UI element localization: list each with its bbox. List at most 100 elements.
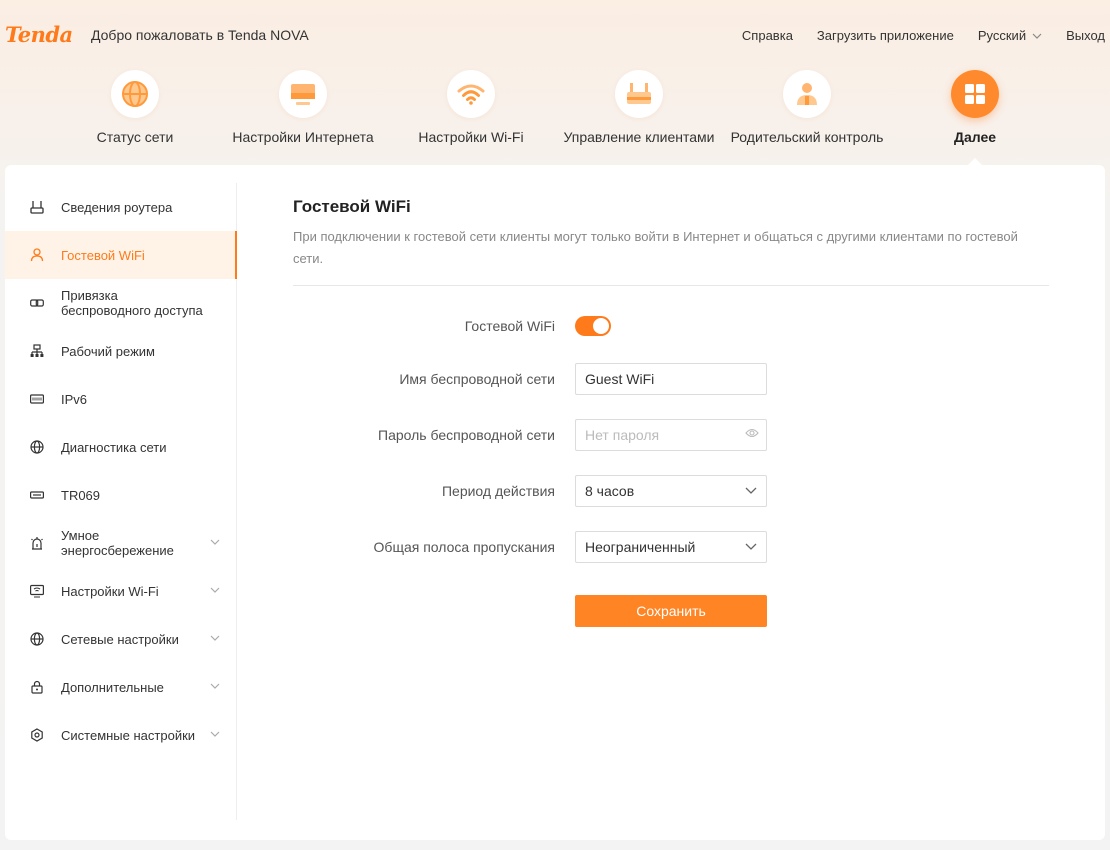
chevron-down-icon bbox=[210, 731, 220, 737]
nav-icon-circle bbox=[279, 70, 327, 118]
sidebar-item-router-info[interactable]: Сведения роутера bbox=[5, 183, 236, 231]
guest-wifi-label: Гостевой WiFi bbox=[464, 318, 555, 334]
password-label: Пароль беспроводной сети bbox=[378, 427, 555, 443]
sidebar-item-wifi-settings[interactable]: Настройки Wi-Fi bbox=[5, 567, 236, 615]
download-app-link[interactable]: Загрузить приложение bbox=[817, 28, 954, 43]
nav-internet-settings[interactable]: Настройки Интернета bbox=[219, 70, 387, 160]
nav-network-status[interactable]: Статус сети bbox=[51, 70, 219, 160]
nav-label: Управление клиентами bbox=[563, 129, 715, 145]
globe-icon bbox=[122, 81, 148, 107]
logout-link[interactable]: Выход bbox=[1066, 28, 1105, 43]
welcome-text: Добро пожаловать в Tenda NOVA bbox=[91, 27, 309, 43]
nav-client-management[interactable]: Управление клиентами bbox=[555, 70, 723, 160]
top-links: Справка Загрузить приложение Русский Вых… bbox=[718, 28, 1105, 43]
parent-icon bbox=[797, 83, 817, 105]
save-button[interactable]: Сохранить bbox=[575, 595, 767, 627]
top-bar: Tenda Добро пожаловать в Tenda NOVA Спра… bbox=[0, 0, 1110, 70]
sidebar-item-label: Системные настройки bbox=[61, 727, 196, 743]
nav-icon-circle bbox=[111, 70, 159, 118]
nav-icon-circle bbox=[447, 70, 495, 118]
sidebar: Сведения роутера Гостевой WiFi Привязка … bbox=[5, 183, 237, 820]
chevron-down-icon bbox=[1032, 33, 1042, 39]
nav-icon-circle bbox=[615, 70, 663, 118]
guest-wifi-toggle[interactable] bbox=[575, 316, 611, 336]
page-description: При подключении к гостевой сети клиенты … bbox=[293, 229, 1018, 266]
sidebar-item-label: TR069 bbox=[61, 487, 101, 503]
sidebar-item-system-settings[interactable]: Системные настройки bbox=[5, 711, 236, 759]
lock-icon bbox=[30, 680, 44, 694]
sidebar-item-label: Дополнительные bbox=[61, 679, 164, 695]
chevron-down-icon bbox=[745, 543, 757, 550]
ssid-input[interactable]: Guest WiFi bbox=[575, 363, 767, 395]
sidebar-item-label: Сведения роутера bbox=[61, 199, 173, 215]
ssid-row: Имя беспроводной сети Guest WiFi bbox=[293, 363, 1049, 395]
period-select[interactable]: 8 часов bbox=[575, 475, 767, 507]
globe-icon bbox=[30, 440, 44, 454]
bandwidth-value: Неограниченный bbox=[585, 539, 696, 555]
ssid-label: Имя беспроводной сети bbox=[399, 371, 555, 387]
nav-label: Статус сети bbox=[96, 129, 174, 145]
sidebar-item-wireless-binding[interactable]: Привязка беспроводного доступа bbox=[5, 279, 236, 327]
sitemap-icon bbox=[30, 344, 44, 358]
nav-label: Далее bbox=[953, 129, 997, 145]
bandwidth-select[interactable]: Неограниченный bbox=[575, 531, 767, 563]
page-title: Гостевой WiFi bbox=[293, 197, 411, 216]
sidebar-item-smart-energy[interactable]: Умное энергосбережение bbox=[5, 519, 236, 567]
nav-icon-circle bbox=[783, 70, 831, 118]
tr069-icon bbox=[30, 488, 44, 502]
nav-label: Родительский контроль bbox=[730, 129, 884, 145]
wifi-icon bbox=[457, 84, 485, 105]
nav-wifi-settings[interactable]: Настройки Wi-Fi bbox=[387, 70, 555, 160]
alarm-icon bbox=[30, 536, 44, 550]
sidebar-item-work-mode[interactable]: Рабочий режим bbox=[5, 327, 236, 375]
divider bbox=[293, 285, 1049, 286]
period-value: 8 часов bbox=[585, 483, 635, 499]
period-label: Период действия bbox=[441, 483, 555, 499]
nav-label: Настройки Wi-Fi bbox=[418, 129, 524, 145]
sidebar-item-label: Настройки Wi-Fi bbox=[61, 583, 159, 599]
help-link[interactable]: Справка bbox=[742, 28, 793, 43]
password-row: Пароль беспроводной сети bbox=[293, 419, 1049, 451]
wifi-settings-icon bbox=[30, 584, 44, 598]
language-select[interactable]: Русский bbox=[978, 28, 1042, 43]
nav-icon-circle bbox=[951, 70, 999, 118]
language-label: Русский bbox=[977, 28, 1027, 43]
nav-more[interactable]: Далее bbox=[891, 70, 1059, 166]
sidebar-item-label: Привязка беспроводного доступа bbox=[61, 288, 203, 318]
router-icon bbox=[627, 83, 651, 104]
nav-label: Настройки Интернета bbox=[232, 129, 374, 145]
ipv6-icon bbox=[30, 392, 44, 406]
tenda-logo[interactable]: Tenda bbox=[5, 22, 73, 47]
password-input[interactable] bbox=[575, 419, 767, 451]
chevron-down-icon bbox=[210, 587, 220, 593]
sidebar-item-label: Умное энергосбережение bbox=[61, 528, 174, 558]
guest-wifi-row: Гостевой WiFi bbox=[293, 310, 1049, 342]
chevron-down-icon bbox=[210, 635, 220, 641]
content-card: Сведения роутера Гостевой WiFi Привязка … bbox=[5, 165, 1105, 840]
sidebar-item-ipv6[interactable]: IPv6 bbox=[5, 375, 236, 423]
chevron-down-icon bbox=[745, 487, 757, 494]
period-row: Период действия 8 часов bbox=[293, 475, 1049, 507]
sidebar-item-network-settings[interactable]: Сетевые настройки bbox=[5, 615, 236, 663]
sidebar-item-tr069[interactable]: TR069 bbox=[5, 471, 236, 519]
main-nav: Статус сети Настройки Интернета Настройк… bbox=[51, 70, 1059, 166]
monitor-icon bbox=[291, 84, 315, 105]
guest-icon bbox=[30, 248, 44, 262]
sidebar-item-guest-wifi[interactable]: Гостевой WiFi bbox=[5, 231, 237, 279]
grid-icon bbox=[965, 84, 985, 104]
sidebar-item-label: Сетевые настройки bbox=[61, 631, 179, 647]
sidebar-item-network-diagnostics[interactable]: Диагностика сети bbox=[5, 423, 236, 471]
sidebar-item-label: Диагностика сети bbox=[61, 439, 167, 455]
sidebar-item-additional[interactable]: Дополнительные bbox=[5, 663, 236, 711]
chevron-down-icon bbox=[210, 539, 220, 545]
sidebar-item-label: Рабочий режим bbox=[61, 343, 155, 359]
gear-icon bbox=[30, 728, 44, 742]
eye-icon[interactable] bbox=[745, 428, 759, 438]
bandwidth-label: Общая полоса пропускания bbox=[373, 539, 555, 555]
router-icon bbox=[30, 200, 44, 214]
nav-parental-control[interactable]: Родительский контроль bbox=[723, 70, 891, 160]
link-icon bbox=[30, 296, 44, 310]
main-panel: Гостевой WiFi При подключении к гостевой… bbox=[293, 197, 1049, 627]
globe-icon bbox=[30, 632, 44, 646]
sidebar-item-label: Гостевой WiFi bbox=[61, 247, 145, 263]
